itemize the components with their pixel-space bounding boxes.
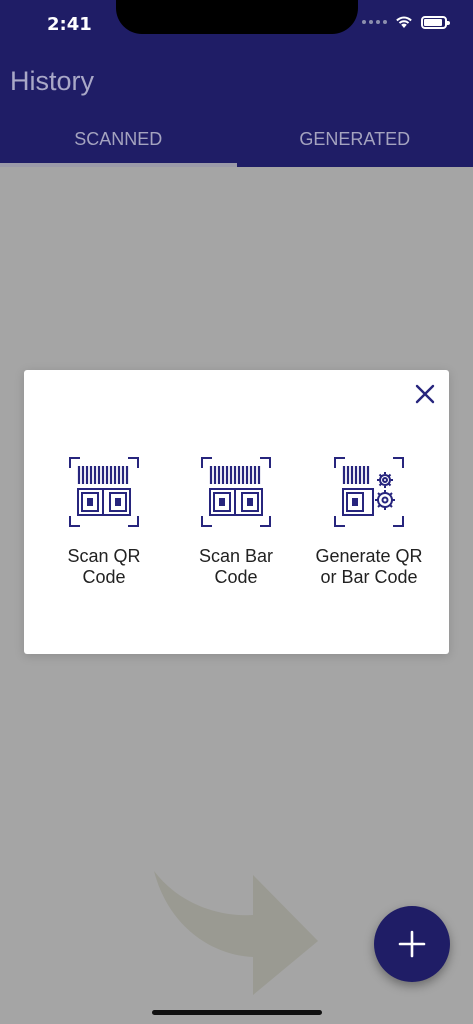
notch	[116, 0, 358, 34]
scan-barcode-label: Scan Bar Code	[198, 546, 274, 587]
generate-code-option[interactable]: Generate QR or Bar Code	[304, 456, 434, 588]
page-title: History	[10, 66, 95, 96]
status-icons	[362, 15, 450, 29]
add-button[interactable]	[374, 906, 450, 982]
battery-icon	[421, 15, 450, 29]
app-bar: History SCANNED GENERATED	[0, 50, 473, 167]
plus-icon	[398, 930, 426, 958]
wifi-icon	[396, 16, 412, 28]
scan-qr-icon	[69, 457, 139, 527]
action-dialog: Scan QR Code Scan Bar Code Generate QR o…	[24, 370, 449, 654]
scan-qr-option[interactable]: Scan QR Code	[39, 456, 169, 588]
scan-qr-label: Scan QR Code	[67, 546, 141, 587]
home-indicator	[152, 1010, 322, 1015]
generate-code-label: Generate QR or Bar Code	[315, 546, 423, 587]
status-bar: 2:41	[0, 0, 473, 50]
close-icon[interactable]	[413, 382, 437, 406]
hint-arrow-icon	[154, 871, 318, 995]
cellular-signal-icon	[362, 20, 387, 24]
generate-code-icon	[334, 457, 404, 527]
status-time: 2:41	[47, 14, 92, 35]
tab-scanned[interactable]: SCANNED	[0, 115, 237, 167]
scan-barcode-option[interactable]: Scan Bar Code	[171, 456, 301, 588]
scan-barcode-icon	[201, 457, 271, 527]
tab-bar: SCANNED GENERATED	[0, 115, 473, 167]
tab-generated[interactable]: GENERATED	[237, 115, 473, 167]
